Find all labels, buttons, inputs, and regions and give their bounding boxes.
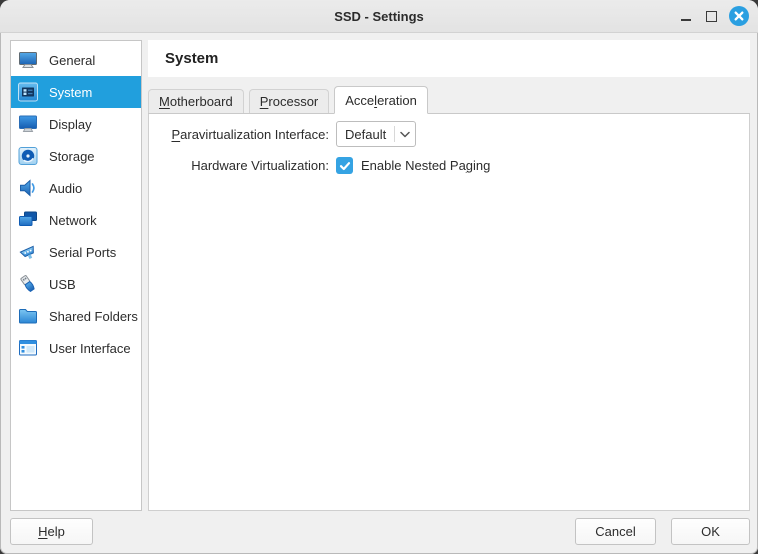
minimize-icon bbox=[681, 19, 691, 21]
sidebar-item-system[interactable]: System bbox=[11, 76, 141, 108]
help-button[interactable]: Help bbox=[10, 518, 93, 545]
nested-paging-checkbox[interactable] bbox=[336, 157, 353, 174]
label-mnemonic: P bbox=[171, 127, 180, 142]
tab-processor[interactable]: Processor bbox=[249, 89, 330, 113]
shared-folders-icon bbox=[16, 304, 40, 328]
cancel-label: Cancel bbox=[595, 524, 635, 539]
audio-icon bbox=[16, 176, 40, 200]
maximize-button[interactable] bbox=[703, 8, 720, 25]
sidebar-item-audio[interactable]: Audio bbox=[11, 172, 141, 204]
sidebar-item-serial-ports[interactable]: Serial Ports bbox=[11, 236, 141, 268]
help-mnemonic: H bbox=[38, 524, 47, 539]
cancel-button[interactable]: Cancel bbox=[575, 518, 656, 545]
system-icon bbox=[16, 80, 40, 104]
titlebar[interactable]: SSD - Settings bbox=[0, 0, 758, 33]
tab-acceleration[interactable]: Acceleration bbox=[334, 86, 428, 114]
paravirtualization-value: Default bbox=[337, 127, 394, 142]
hardware-virtualization-label: Hardware Virtualization: bbox=[149, 158, 329, 173]
sidebar-item-general[interactable]: General bbox=[11, 44, 141, 76]
option-pre: Enable Nested Pa bbox=[361, 158, 466, 173]
tab-label-post: otherboard bbox=[170, 94, 233, 109]
nested-paging-option-label: Enable Nested Paging bbox=[361, 158, 490, 173]
sidebar-item-network[interactable]: Network bbox=[11, 204, 141, 236]
sidebar-item-shared-folders[interactable]: Shared Folders bbox=[11, 300, 141, 332]
tab-label-post: eration bbox=[377, 93, 417, 108]
sidebar-item-usb[interactable]: USB bbox=[11, 268, 141, 300]
sidebar-item-label: General bbox=[49, 53, 95, 68]
settings-sidebar: General System bbox=[10, 40, 142, 511]
tab-motherboard[interactable]: Motherboard bbox=[148, 89, 244, 113]
page-header: System bbox=[148, 40, 750, 77]
paravirtualization-select[interactable]: Default bbox=[336, 121, 416, 147]
help-post: elp bbox=[48, 524, 65, 539]
display-icon bbox=[16, 112, 40, 136]
sidebar-item-label: Serial Ports bbox=[49, 245, 116, 260]
option-post: ing bbox=[473, 158, 490, 173]
user-interface-icon bbox=[16, 336, 40, 360]
usb-icon bbox=[16, 272, 40, 296]
paravirtualization-label: Paravirtualization Interface: bbox=[149, 127, 329, 142]
general-icon bbox=[16, 48, 40, 72]
label-post: aravirtualization Interface: bbox=[180, 127, 329, 142]
sidebar-item-label: Storage bbox=[49, 149, 95, 164]
window-controls bbox=[677, 0, 749, 32]
chevron-down-icon bbox=[395, 131, 415, 138]
help-label: Help bbox=[38, 524, 65, 539]
sidebar-item-label: Network bbox=[49, 213, 97, 228]
tab-label-mnemonic: M bbox=[159, 94, 170, 109]
sidebar-item-storage[interactable]: Storage bbox=[11, 140, 141, 172]
close-button[interactable] bbox=[729, 6, 749, 26]
maximize-icon bbox=[706, 11, 717, 22]
tab-bar: Motherboard Processor Acceleration bbox=[148, 86, 750, 114]
sidebar-item-label: Audio bbox=[49, 181, 82, 196]
option-mnemonic: g bbox=[466, 158, 473, 173]
sidebar-item-label: USB bbox=[49, 277, 76, 292]
ok-label: OK bbox=[701, 524, 720, 539]
close-icon bbox=[729, 6, 749, 26]
ok-button[interactable]: OK bbox=[671, 518, 750, 545]
storage-icon bbox=[16, 144, 40, 168]
window-title: SSD - Settings bbox=[334, 9, 424, 24]
sidebar-item-label: System bbox=[49, 85, 92, 100]
sidebar-item-user-interface[interactable]: User Interface bbox=[11, 332, 141, 364]
settings-dialog: SSD - Settings General bbox=[0, 0, 758, 554]
serial-ports-icon bbox=[16, 240, 40, 264]
sidebar-item-display[interactable]: Display bbox=[11, 108, 141, 140]
sidebar-item-label: Display bbox=[49, 117, 92, 132]
sidebar-item-label: Shared Folders bbox=[49, 309, 138, 324]
hardware-virtualization-row: Hardware Virtualization: Enable Nested P… bbox=[149, 157, 490, 174]
tab-label-pre: Acce bbox=[345, 93, 374, 108]
network-icon bbox=[16, 208, 40, 232]
acceleration-tab-panel: Paravirtualization Interface: Default Ha… bbox=[148, 113, 750, 511]
minimize-button[interactable] bbox=[677, 8, 694, 25]
paravirtualization-row: Paravirtualization Interface: Default bbox=[149, 121, 416, 147]
sidebar-item-label: User Interface bbox=[49, 341, 131, 356]
page-title: System bbox=[165, 50, 218, 67]
check-icon bbox=[339, 160, 351, 172]
tab-label-post: rocessor bbox=[268, 94, 318, 109]
